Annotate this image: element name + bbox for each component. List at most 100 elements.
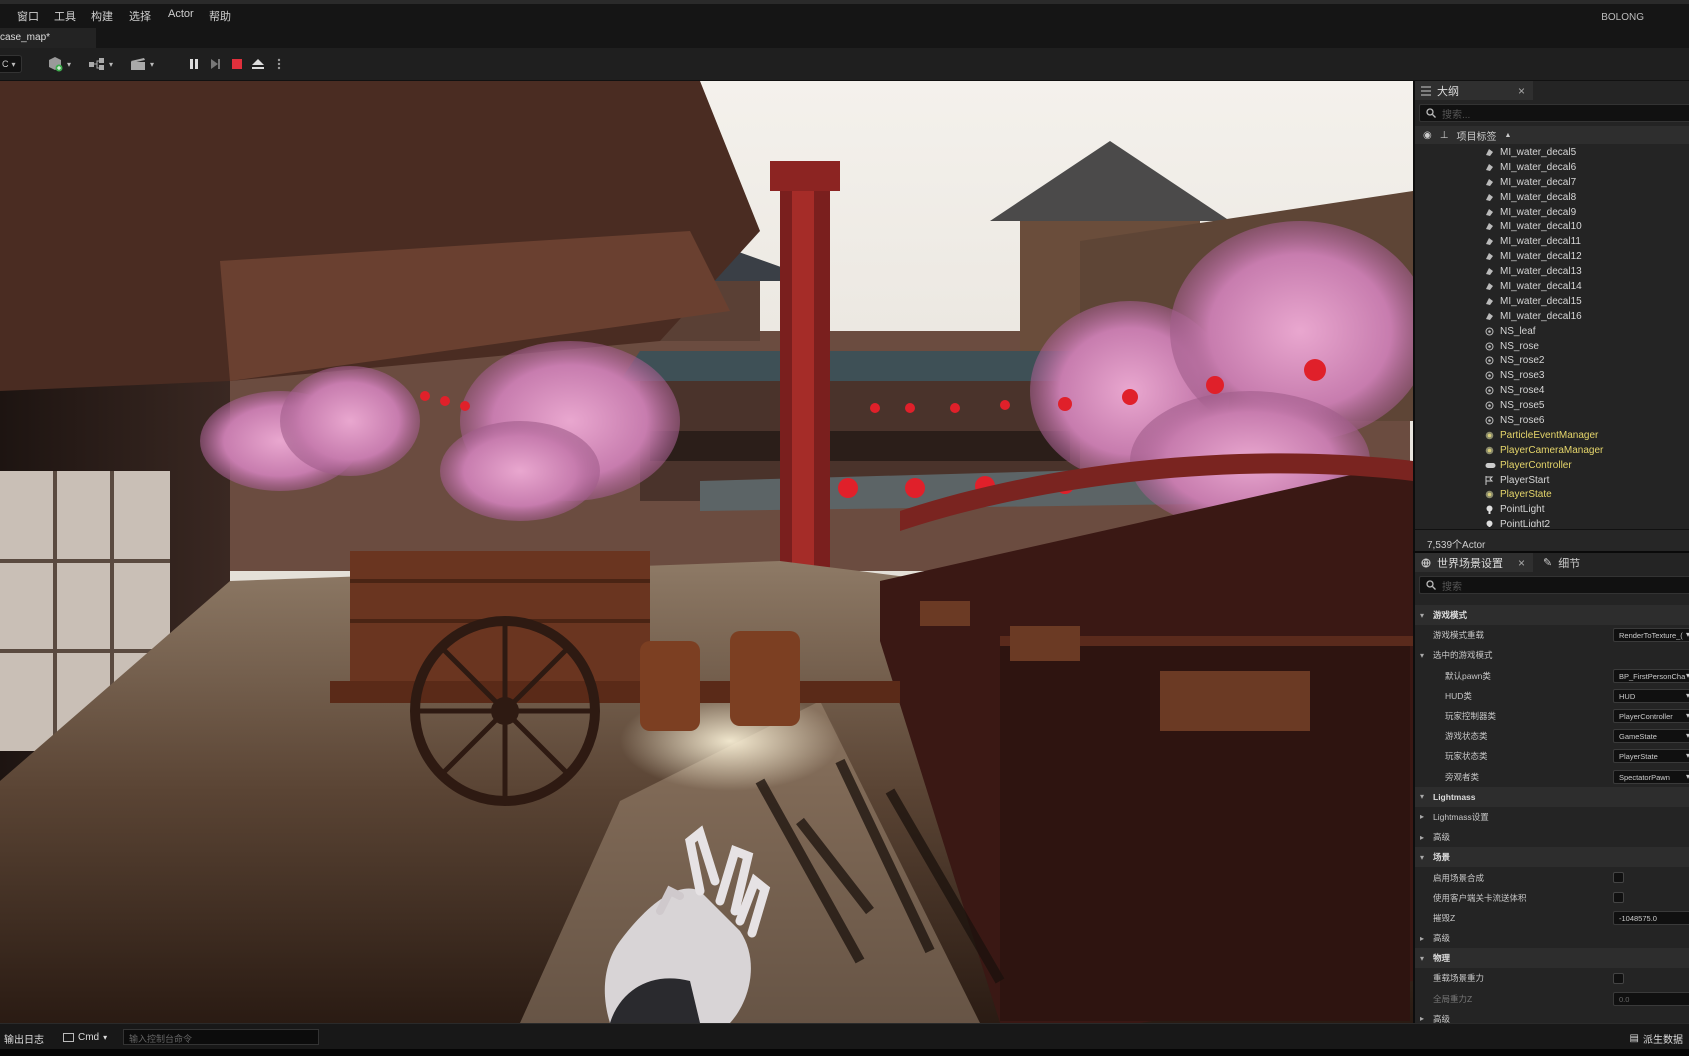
clapperboard-icon <box>131 58 145 70</box>
eye-icon[interactable]: ◉ <box>1423 130 1432 141</box>
derived-data-button[interactable]: ▤ 派生数据 <box>1630 1031 1683 1046</box>
outliner-row[interactable]: MI_water_decal6 <box>1415 160 1689 175</box>
details-category-row[interactable]: ▸ Lightmass设置 <box>1415 807 1689 827</box>
outliner-row[interactable]: MI_water_decal13 <box>1415 264 1689 279</box>
property-number-input[interactable]: 0.0 <box>1613 991 1689 1006</box>
menu-tools[interactable]: 工具 <box>54 8 76 24</box>
chevron-right-icon: ▸ <box>1419 812 1424 822</box>
eject-button[interactable] <box>251 55 265 73</box>
outliner-tab[interactable]: 大纲 × <box>1415 81 1533 100</box>
outliner-row[interactable]: PlayerCameraManager <box>1415 443 1689 458</box>
play-options-button[interactable] <box>276 55 282 73</box>
property-dropdown[interactable]: PlayerController <box>1613 709 1689 724</box>
close-icon[interactable]: × <box>1518 84 1525 98</box>
outliner-row[interactable]: MI_water_decal11 <box>1415 234 1689 249</box>
niagara-icon <box>1485 416 1494 425</box>
pin-icon[interactable]: ⊥ <box>1440 130 1449 141</box>
outliner-column-label[interactable]: 项目标签 <box>1456 128 1496 143</box>
details-category-row[interactable]: ▸ 高级 <box>1415 928 1689 948</box>
outliner-row[interactable]: NS_rose3 <box>1415 368 1689 383</box>
property-dropdown[interactable]: RenderToTexture_( <box>1613 628 1689 643</box>
details-property-row: 玩家控制器类 PlayerController <box>1415 706 1689 726</box>
menu-build[interactable]: 构建 <box>91 8 113 24</box>
outliner-row[interactable]: PlayerStart <box>1415 473 1689 488</box>
details-search-input[interactable]: 搜索 <box>1419 576 1689 594</box>
details-property-row: 旁观者类 SpectatorPawn <box>1415 767 1689 787</box>
add-actor-button[interactable]: ▾ <box>46 55 71 73</box>
outliner-row[interactable]: PlayerState <box>1415 487 1689 502</box>
outliner-row[interactable]: NS_rose <box>1415 339 1689 354</box>
outliner-row[interactable]: MI_water_decal15 <box>1415 294 1689 309</box>
property-checkbox[interactable] <box>1613 972 1624 984</box>
outliner-row[interactable]: ParticleEventManager <box>1415 428 1689 443</box>
outliner-row-label: NS_rose5 <box>1500 400 1545 412</box>
details-category-row[interactable]: ▾ 游戏模式 <box>1415 605 1689 626</box>
details-category-row[interactable]: ▾ 选中的游戏模式 <box>1415 645 1689 665</box>
mode-dropdown[interactable]: C ▾ <box>0 55 22 73</box>
property-label: 使用客户端关卡流送体积 <box>1433 892 1527 903</box>
blueprint-button[interactable]: ▾ <box>88 55 113 73</box>
cmd-dropdown[interactable]: Cmd ▾ <box>63 1029 107 1045</box>
outliner-row[interactable]: MI_water_decal9 <box>1415 205 1689 220</box>
output-log-button[interactable]: 输出日志 <box>4 1031 44 1046</box>
property-dropdown[interactable]: HUD <box>1613 688 1689 703</box>
user-name[interactable]: BOLONG <box>1601 12 1644 23</box>
menu-window[interactable]: 窗口 <box>17 8 39 24</box>
property-dropdown[interactable]: BP_FirstPersonCha <box>1613 668 1689 683</box>
outliner-row[interactable]: MI_water_decal8 <box>1415 190 1689 205</box>
search-icon <box>1426 108 1436 118</box>
category-label: 场景 <box>1433 852 1451 863</box>
console-placeholder: 输入控制台命令 <box>129 1034 193 1044</box>
outliner-row[interactable]: MI_water_decal5 <box>1415 145 1689 160</box>
skip-frame-button[interactable] <box>208 55 222 73</box>
outliner-row[interactable]: NS_leaf <box>1415 324 1689 339</box>
details-category-row[interactable]: ▸ 高级 <box>1415 827 1689 847</box>
menu-bar: 窗口 工具 构建 选择 Actor 帮助 BOLONG <box>0 0 1689 28</box>
outliner-row-label: MI_water_decal8 <box>1500 191 1577 203</box>
stop-button[interactable] <box>230 55 244 73</box>
outliner-row[interactable]: NS_rose5 <box>1415 398 1689 413</box>
level-tab[interactable]: case_map* <box>0 28 96 48</box>
category-label: 选中的游戏模式 <box>1433 650 1493 661</box>
property-label: 玩家控制器类 <box>1445 711 1497 722</box>
property-dropdown[interactable]: PlayerState <box>1613 749 1689 764</box>
property-number-input[interactable]: -1048575.0 <box>1613 910 1689 925</box>
outliner-search-input[interactable]: 搜索... <box>1419 104 1689 122</box>
outliner-row[interactable]: MI_water_decal10 <box>1415 219 1689 234</box>
close-icon[interactable]: × <box>1518 556 1525 570</box>
outliner-row[interactable]: MI_water_decal14 <box>1415 279 1689 294</box>
details-category-row[interactable]: ▾ Lightmass <box>1415 786 1689 807</box>
details-tab[interactable]: ✎ 细节 <box>1543 553 1580 572</box>
outliner-row[interactable]: PointLight <box>1415 502 1689 517</box>
details-category-row[interactable]: ▾ 物理 <box>1415 948 1689 969</box>
outliner-row[interactable]: MI_water_decal7 <box>1415 175 1689 190</box>
level-viewport[interactable] <box>0 81 1413 1023</box>
details-category-row[interactable]: ▾ 场景 <box>1415 847 1689 868</box>
outliner-row[interactable]: PointLight2 <box>1415 517 1689 527</box>
outliner-row-label: MI_water_decal11 <box>1500 236 1581 248</box>
outliner-row[interactable]: PlayerController <box>1415 458 1689 473</box>
menu-help[interactable]: 帮助 <box>209 8 231 24</box>
menu-select[interactable]: 选择 <box>129 8 151 24</box>
details-property-row: 重载场景重力 <box>1415 968 1689 988</box>
property-checkbox[interactable] <box>1613 892 1624 904</box>
outliner-row[interactable]: NS_rose4 <box>1415 383 1689 398</box>
actor-icon <box>1485 431 1494 440</box>
outliner-row[interactable]: MI_water_decal16 <box>1415 309 1689 324</box>
outliner-row[interactable]: MI_water_decal12 <box>1415 249 1689 264</box>
outliner-row-label: NS_rose4 <box>1500 385 1545 397</box>
terminal-icon <box>63 1032 74 1042</box>
property-dropdown[interactable]: SpectatorPawn <box>1613 769 1689 784</box>
category-label: Lightmass设置 <box>1433 811 1489 822</box>
world-settings-tab[interactable]: 世界场景设置 × <box>1415 553 1533 572</box>
menu-actor[interactable]: Actor <box>168 8 194 20</box>
property-checkbox[interactable] <box>1613 872 1624 884</box>
console-command-input[interactable]: 输入控制台命令 <box>123 1029 319 1045</box>
property-dropdown[interactable]: GameState <box>1613 729 1689 744</box>
cinematics-button[interactable]: ▾ <box>129 55 154 73</box>
chevron-right-icon: ▸ <box>1419 933 1424 943</box>
property-label: 重载场景重力 <box>1433 973 1485 984</box>
pause-button[interactable] <box>187 55 201 73</box>
outliner-row[interactable]: NS_rose6 <box>1415 413 1689 428</box>
outliner-row[interactable]: NS_rose2 <box>1415 353 1689 368</box>
